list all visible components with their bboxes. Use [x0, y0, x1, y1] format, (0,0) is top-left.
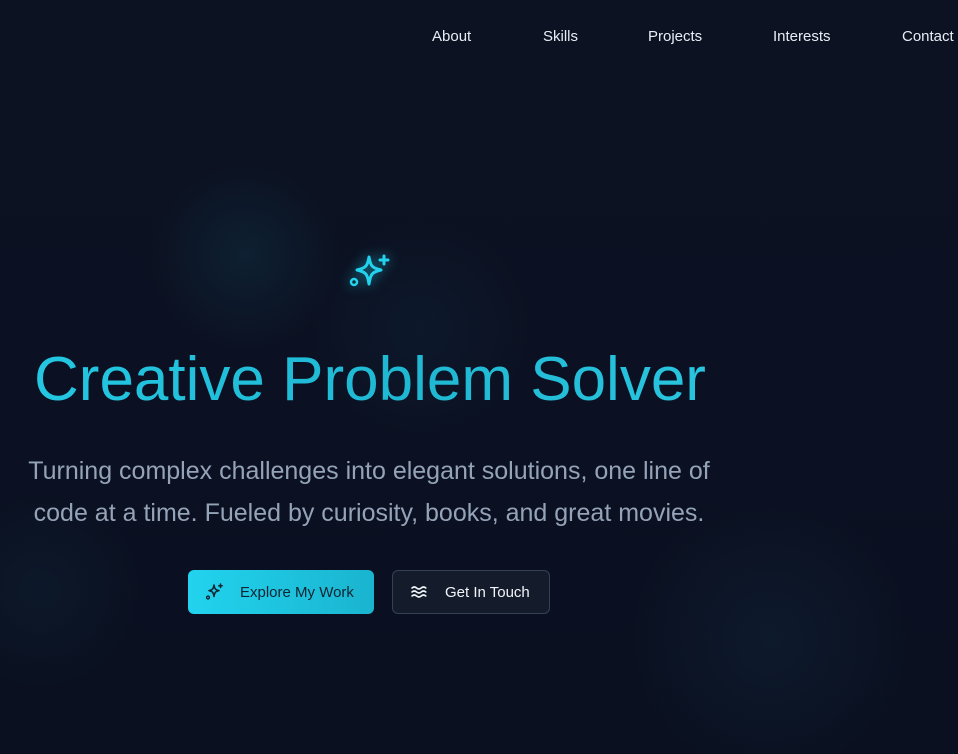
nav-item-projects[interactable]: Projects: [648, 27, 702, 47]
sparkles-icon: [349, 254, 390, 287]
hero-subtitle: Turning complex challenges into elegant …: [0, 450, 738, 534]
nav-item-skills[interactable]: Skills: [543, 27, 578, 47]
nav-item-about[interactable]: About: [432, 27, 471, 47]
nav-item-contact[interactable]: Contact: [902, 27, 954, 47]
waves-icon: [411, 586, 427, 598]
hero-title: Creative Problem Solver: [0, 344, 740, 416]
page: About Skills Projects Interests Contact …: [0, 0, 958, 754]
hero-subtitle-line-1: Turning complex challenges into elegant …: [28, 457, 710, 485]
get-in-touch-button[interactable]: Get In Touch: [392, 570, 550, 614]
explore-my-work-button[interactable]: Explore My Work: [188, 570, 374, 614]
get-in-touch-label: Get In Touch: [445, 583, 530, 601]
top-nav: About Skills Projects Interests Contact: [0, 27, 958, 47]
nav-item-interests[interactable]: Interests: [773, 27, 831, 47]
sparkles-icon: [205, 583, 224, 600]
explore-my-work-label: Explore My Work: [240, 583, 354, 601]
hero-subtitle-line-2: code at a time. Fueled by curiosity, boo…: [33, 499, 705, 527]
